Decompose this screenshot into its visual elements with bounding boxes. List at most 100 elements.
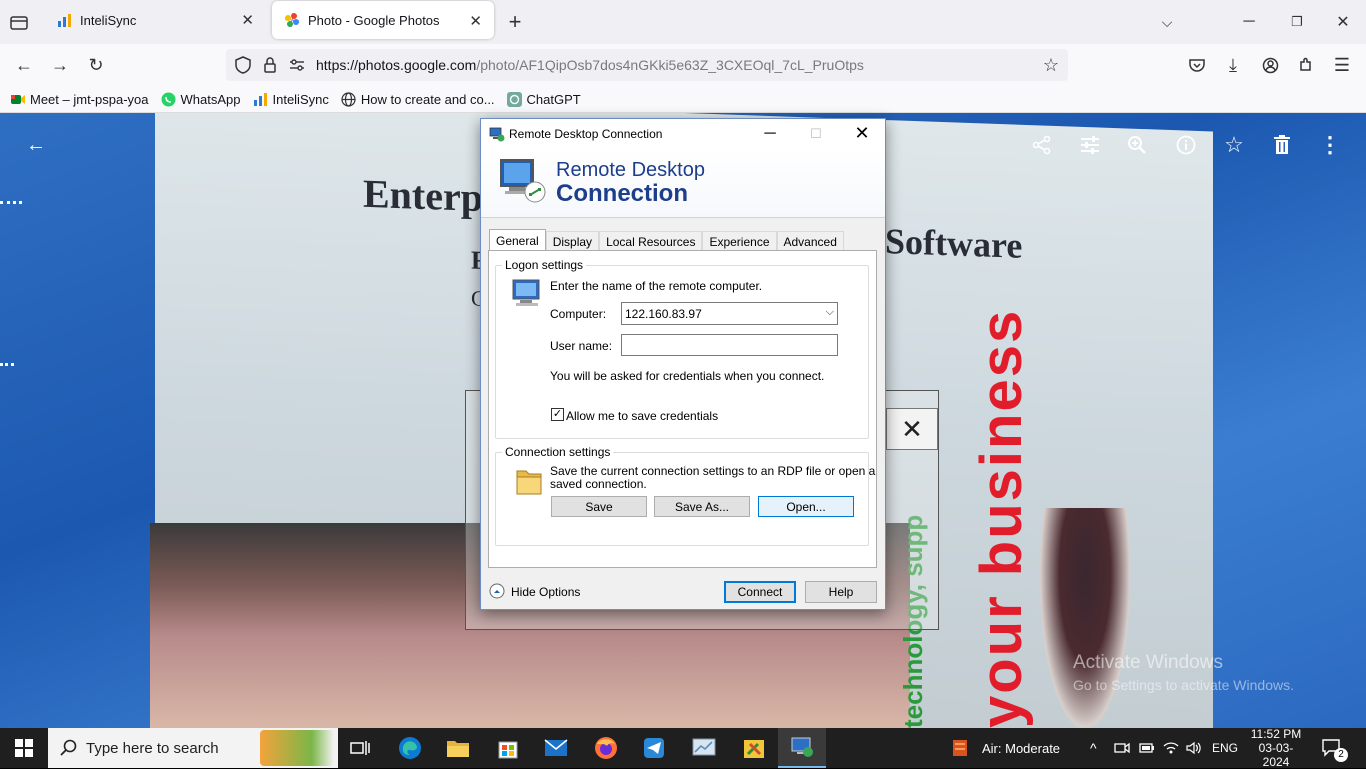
telegram-icon[interactable] bbox=[630, 728, 678, 768]
tab-general[interactable]: General bbox=[489, 229, 546, 252]
url-domain: https://photos.google.com bbox=[316, 57, 477, 73]
edit-adjust-icon[interactable] bbox=[1076, 131, 1104, 159]
computer-combobox[interactable]: 122.160.83.97 ⌵ bbox=[621, 302, 838, 325]
meet-now-icon[interactable] bbox=[1114, 728, 1130, 768]
notification-center-icon[interactable]: 2 bbox=[1322, 728, 1348, 768]
weather-text: Air: Moderate bbox=[982, 740, 1061, 756]
chevron-down-icon[interactable]: ⌵ bbox=[826, 306, 834, 319]
browser-tab-bar: InteliSync ✕ Photo - Google Photos ✕ + ⌵… bbox=[0, 0, 1366, 44]
url-text: https://photos.google.com/photo/AF1QipOs… bbox=[316, 57, 864, 73]
firefox-icon[interactable] bbox=[582, 728, 630, 768]
reload-icon[interactable]: ↻ bbox=[79, 44, 113, 86]
photo-heading-right: Software bbox=[885, 221, 1023, 266]
new-tab-icon[interactable]: + bbox=[498, 1, 532, 43]
rdc-app-icon bbox=[489, 126, 505, 145]
computer-icon bbox=[511, 278, 545, 311]
share-icon[interactable] bbox=[1028, 131, 1056, 159]
logon-settings-label: Logon settings bbox=[502, 258, 587, 272]
back-arrow-icon[interactable]: ← bbox=[22, 131, 50, 159]
tab-intellisync[interactable]: InteliSync ✕ bbox=[44, 0, 266, 40]
restore-icon[interactable]: ❐ bbox=[1280, 1, 1314, 43]
language-indicator[interactable]: ENG bbox=[1212, 728, 1238, 768]
taskbar-search-box[interactable]: Type here to search bbox=[48, 728, 338, 768]
bookmark-how-to-create[interactable]: How to create and co... bbox=[341, 91, 495, 107]
activate-windows-subtitle: Go to Settings to activate Windows. bbox=[1073, 677, 1294, 693]
tools-app-icon[interactable] bbox=[730, 728, 778, 768]
favorite-star-icon[interactable]: ☆ bbox=[1220, 131, 1248, 159]
close-icon[interactable]: ✕ bbox=[839, 119, 885, 148]
close-tab-icon[interactable]: ✕ bbox=[469, 12, 482, 30]
zoom-in-icon[interactable] bbox=[1123, 131, 1151, 159]
chevron-up-icon[interactable]: ^ bbox=[1090, 728, 1097, 768]
mstsc-window-icon[interactable] bbox=[680, 728, 728, 768]
task-view-icon[interactable] bbox=[336, 728, 384, 768]
weather-widget[interactable]: Air: Moderate bbox=[950, 728, 1060, 768]
minimize-icon[interactable]: ─ bbox=[1232, 1, 1266, 43]
back-arrow-icon[interactable]: ← bbox=[7, 44, 41, 86]
save-as-button[interactable]: Save As... bbox=[654, 496, 750, 517]
volume-icon[interactable] bbox=[1186, 728, 1202, 768]
open-button[interactable]: Open... bbox=[758, 496, 854, 517]
banner-title-line1: Remote Desktop bbox=[556, 159, 705, 181]
dialog-tabs: General Display Local Resources Experien… bbox=[489, 229, 844, 252]
connection-note-line1: Save the current connection settings to … bbox=[550, 464, 876, 478]
close-window-icon[interactable]: ✕ bbox=[1326, 1, 1360, 43]
trash-icon[interactable] bbox=[1268, 131, 1296, 159]
bookmarks-bar: Meet – jmt-pspa-yoa WhatsApp InteliSync … bbox=[0, 86, 1366, 113]
username-input[interactable] bbox=[621, 334, 838, 356]
pocket-icon[interactable] bbox=[1180, 44, 1214, 86]
tab-advanced[interactable]: Advanced bbox=[776, 231, 844, 251]
chevron-down-icon[interactable]: ⌵ bbox=[1150, 1, 1184, 43]
star-bookmark-icon[interactable]: ☆ bbox=[1034, 44, 1068, 86]
hide-options-link[interactable]: Hide Options bbox=[511, 585, 580, 599]
url-bar[interactable]: https://photos.google.com/photo/AF1QipOs… bbox=[226, 49, 1068, 81]
permissions-icon[interactable] bbox=[280, 44, 314, 86]
remote-desktop-taskbar-icon[interactable] bbox=[778, 728, 826, 768]
minimize-icon[interactable]: ─ bbox=[747, 119, 793, 148]
google-meet-icon bbox=[10, 91, 26, 107]
bookmark-label: InteliSync bbox=[272, 91, 329, 107]
microsoft-store-icon[interactable] bbox=[484, 728, 532, 768]
save-button[interactable]: Save bbox=[551, 496, 647, 517]
bookmark-label: WhatsApp bbox=[180, 91, 241, 107]
bookmark-whatsapp[interactable]: WhatsApp bbox=[161, 91, 241, 107]
download-icon[interactable]: ⤓ bbox=[1216, 44, 1250, 86]
more-vert-icon[interactable]: ⋮ bbox=[1316, 131, 1344, 159]
file-explorer-icon[interactable] bbox=[434, 728, 482, 768]
bookmark-chatgpt[interactable]: ChatGPT bbox=[507, 91, 581, 107]
account-icon[interactable] bbox=[1253, 44, 1287, 86]
clock[interactable]: 11:52 PM 03-03-2024 bbox=[1248, 727, 1304, 769]
edge-browser-icon[interactable] bbox=[386, 728, 434, 768]
save-credentials-label: Allow me to save credentials bbox=[566, 409, 719, 423]
connection-settings-group: Connection settings Save the current con… bbox=[495, 445, 875, 546]
intellisync-icon bbox=[56, 12, 72, 28]
air-quality-icon bbox=[950, 736, 972, 761]
tab-experience[interactable]: Experience bbox=[702, 231, 777, 251]
dialog-title-bar[interactable]: Remote Desktop Connection ─ ☐ ✕ bbox=[481, 119, 885, 148]
bookmark-intellisync[interactable]: InteliSync bbox=[252, 91, 329, 107]
mail-icon[interactable] bbox=[532, 728, 580, 768]
connect-button[interactable]: Connect bbox=[724, 581, 796, 603]
tab-local-resources[interactable]: Local Resources bbox=[599, 231, 703, 251]
menu-hamburger-icon[interactable]: ☰ bbox=[1325, 44, 1359, 86]
chatgpt-icon bbox=[507, 91, 523, 107]
tab-display[interactable]: Display bbox=[545, 231, 600, 251]
battery-icon[interactable] bbox=[1139, 728, 1155, 768]
chevron-up-circle-icon[interactable] bbox=[489, 583, 505, 602]
forward-arrow-icon[interactable]: → bbox=[43, 44, 77, 86]
save-credentials-checkbox[interactable]: ✓ bbox=[551, 408, 564, 421]
help-button[interactable]: Help bbox=[805, 581, 877, 603]
extensions-icon[interactable] bbox=[1289, 44, 1323, 86]
tab-google-photos[interactable]: Photo - Google Photos ✕ bbox=[272, 1, 494, 39]
bookmark-label: How to create and co... bbox=[360, 91, 495, 107]
close-icon[interactable]: ✕ bbox=[886, 408, 938, 450]
wifi-icon[interactable] bbox=[1163, 728, 1179, 768]
tab-list-icon[interactable] bbox=[2, 1, 36, 43]
photo-edge-marks bbox=[0, 201, 22, 211]
windows-start-icon[interactable] bbox=[0, 728, 48, 768]
close-tab-icon[interactable]: ✕ bbox=[241, 11, 254, 29]
bookmark-meet[interactable]: Meet – jmt-pspa-yoa bbox=[10, 91, 149, 107]
info-icon[interactable] bbox=[1172, 131, 1200, 159]
dialog-title: Remote Desktop Connection bbox=[509, 126, 663, 141]
bookmark-label: ChatGPT bbox=[526, 91, 581, 107]
